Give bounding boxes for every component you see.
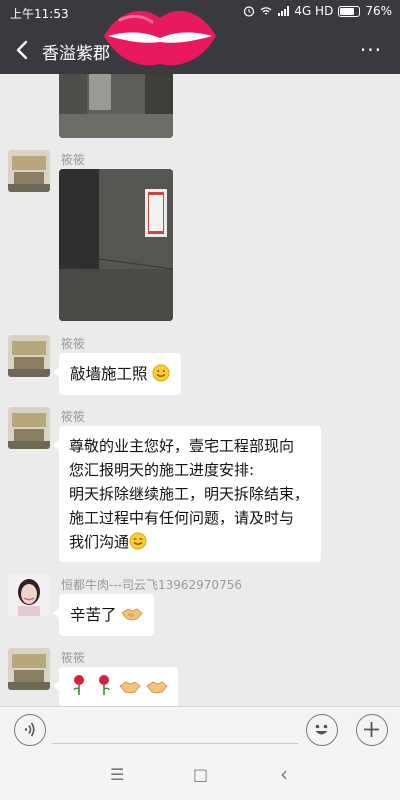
message-bubble[interactable] (53, 667, 178, 706)
message-line: 明天拆除继续施工，明天拆除结束， (69, 485, 310, 503)
status-time: 上午11:53 (10, 7, 69, 21)
handshake-emoji-icon (119, 681, 141, 694)
voice-icon (24, 722, 35, 737)
avatar[interactable] (8, 648, 50, 690)
room-photo-image (59, 169, 173, 321)
sender-name: 筱筱 (61, 410, 86, 424)
signal-icon (278, 6, 290, 16)
message-bubble[interactable]: 尊敬的业主您好，壹宅工程部现向 您汇报明天的施工进度安排: 明天拆除继续施工，明… (53, 426, 321, 562)
message-photo[interactable] (59, 74, 173, 138)
message-text: 辛苦了 (70, 606, 117, 624)
emoji-icon (315, 724, 328, 735)
avatar[interactable] (8, 150, 50, 192)
emoji-button[interactable] (306, 714, 338, 746)
back-nav-button[interactable]: ‹ (280, 762, 288, 786)
sender-name: 筱筱 (61, 651, 86, 665)
message-line: 我们沟通 (69, 533, 130, 551)
message-text: 敲墙施工照 (70, 365, 148, 383)
menu-nav-button[interactable]: ☰ (110, 765, 124, 784)
rose-emoji-icon (73, 675, 84, 695)
back-arrow-icon[interactable] (10, 36, 36, 64)
message-photo[interactable] (59, 169, 173, 321)
more-options-button[interactable]: ··· (360, 38, 382, 62)
sender-name: 筱筱 (61, 153, 86, 167)
avatar[interactable] (8, 335, 50, 377)
message-line: 尊敬的业主您好，壹宅工程部现向 (69, 437, 295, 455)
alarm-icon (244, 6, 255, 17)
lips-sticker-icon (104, 11, 216, 66)
status-icons: 4G HD 76% (243, 4, 392, 18)
message-line: 施工过程中有任何问题，请及时与 (69, 509, 295, 527)
message-input-bar (0, 706, 400, 752)
construction-photo-image (59, 74, 173, 138)
system-nav-bar: ☰ □ ‹ (0, 752, 400, 800)
smile-emoji-icon (152, 364, 170, 382)
sender-name: 恒都牛肉---司云飞13962970756 (61, 578, 242, 592)
message-line: 您汇报明天的施工进度安排: (69, 461, 255, 479)
avatar[interactable] (8, 574, 50, 616)
avatar[interactable] (8, 407, 50, 449)
message-bubble[interactable]: 辛苦了 (52, 594, 155, 636)
handshake-emoji-icon (146, 681, 168, 694)
rose-emoji-icon (98, 675, 110, 695)
smile-emoji-icon (129, 532, 147, 550)
message-bubble[interactable]: 敲墙施工照 (52, 353, 182, 395)
add-attachment-button[interactable] (356, 714, 388, 746)
plus-icon (364, 722, 379, 737)
sender-name: 筱筱 (61, 337, 86, 351)
home-nav-button[interactable]: □ (193, 765, 208, 784)
handshake-emoji-icon (121, 608, 144, 621)
chat-history[interactable]: 筱筱 筱筱 敲墙施工照 筱筱 尊敬的业主您好，壹宅工程部现向 您汇报明天的施工进… (0, 74, 400, 706)
battery-icon (338, 5, 361, 17)
battery-percent: 76% (365, 4, 392, 18)
message-input[interactable] (52, 743, 298, 744)
voice-input-button[interactable] (14, 714, 46, 746)
network-label: 4G HD (294, 4, 334, 18)
wifi-icon (260, 7, 272, 15)
